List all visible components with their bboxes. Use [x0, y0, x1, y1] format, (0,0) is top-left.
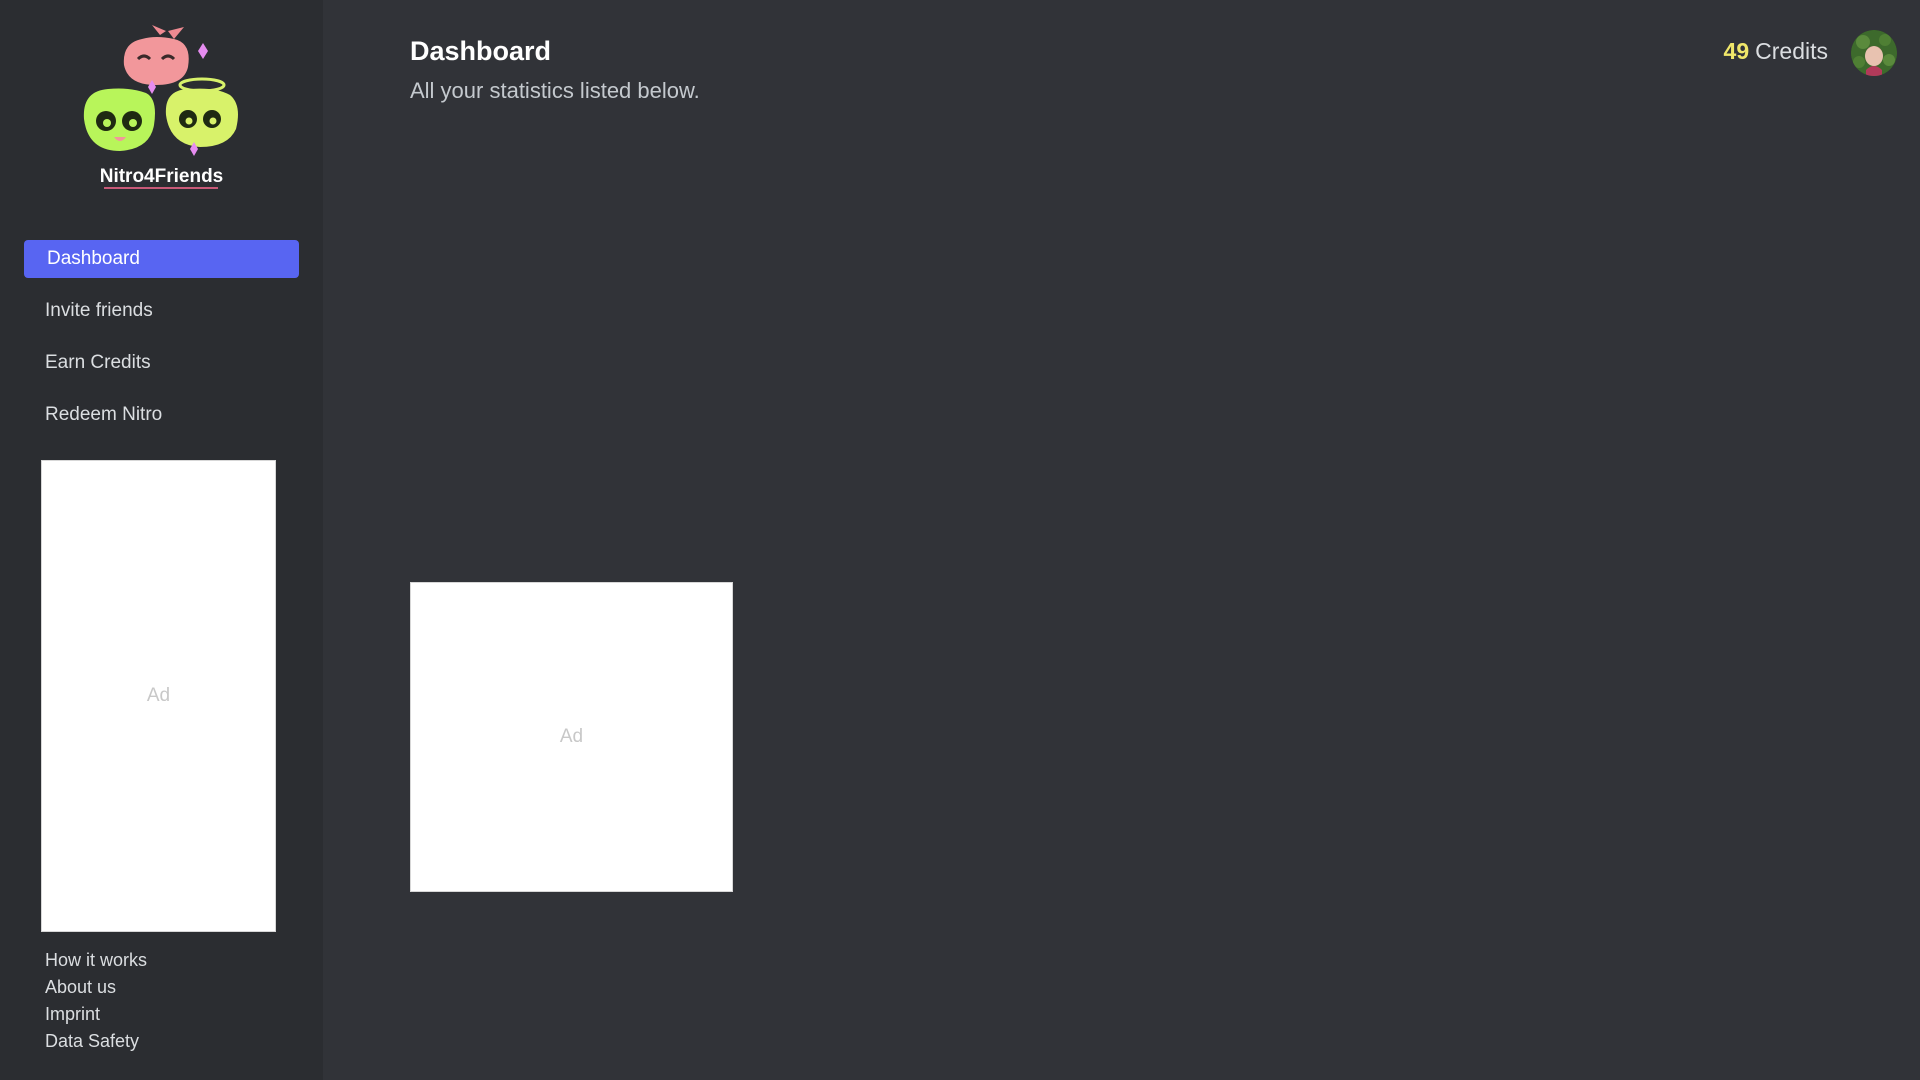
sidebar-item-invite-friends[interactable]: Invite friends: [24, 292, 299, 330]
sidebar-item-earn-credits[interactable]: Earn Credits: [24, 344, 299, 382]
main-ad[interactable]: Ad: [410, 582, 733, 892]
footer-link-imprint[interactable]: Imprint: [45, 1001, 147, 1028]
app-root: Nitro4Friends Dashboard Invite friends E…: [0, 0, 1920, 1080]
credits-display: 49 Credits: [1724, 38, 1828, 65]
brand-logo[interactable]: Nitro4Friends: [0, 20, 323, 195]
sidebar-item-dashboard[interactable]: Dashboard: [24, 240, 299, 278]
footer-link-about-us[interactable]: About us: [45, 974, 147, 1001]
credits-count: 49: [1723, 38, 1750, 64]
credits-label: Credits: [1755, 38, 1828, 64]
sidebar-ad[interactable]: Ad: [41, 460, 276, 932]
sidebar-item-redeem-nitro[interactable]: Redeem Nitro: [24, 396, 299, 434]
brand-underline: [104, 187, 218, 189]
page-title: Dashboard: [410, 36, 552, 66]
sidebar-footer-links: How it works About us Imprint Data Safet…: [45, 947, 147, 1055]
sidebar: Nitro4Friends Dashboard Invite friends E…: [0, 0, 323, 1080]
footer-link-how-it-works[interactable]: How it works: [45, 947, 147, 974]
page-subtitle: All your statistics listed below.: [410, 78, 700, 103]
nitro4friends-logo-icon: [83, 25, 238, 156]
main-ad-label: Ad: [559, 726, 584, 747]
footer-link-data-safety[interactable]: Data Safety: [45, 1028, 147, 1055]
brand-name: Nitro4Friends: [99, 166, 224, 187]
sidebar-nav: Dashboard Invite friends Earn Credits Re…: [24, 240, 299, 448]
user-avatar[interactable]: [1851, 30, 1897, 76]
avatar-icon: [1851, 30, 1897, 76]
sidebar-ad-label: Ad: [146, 685, 171, 706]
